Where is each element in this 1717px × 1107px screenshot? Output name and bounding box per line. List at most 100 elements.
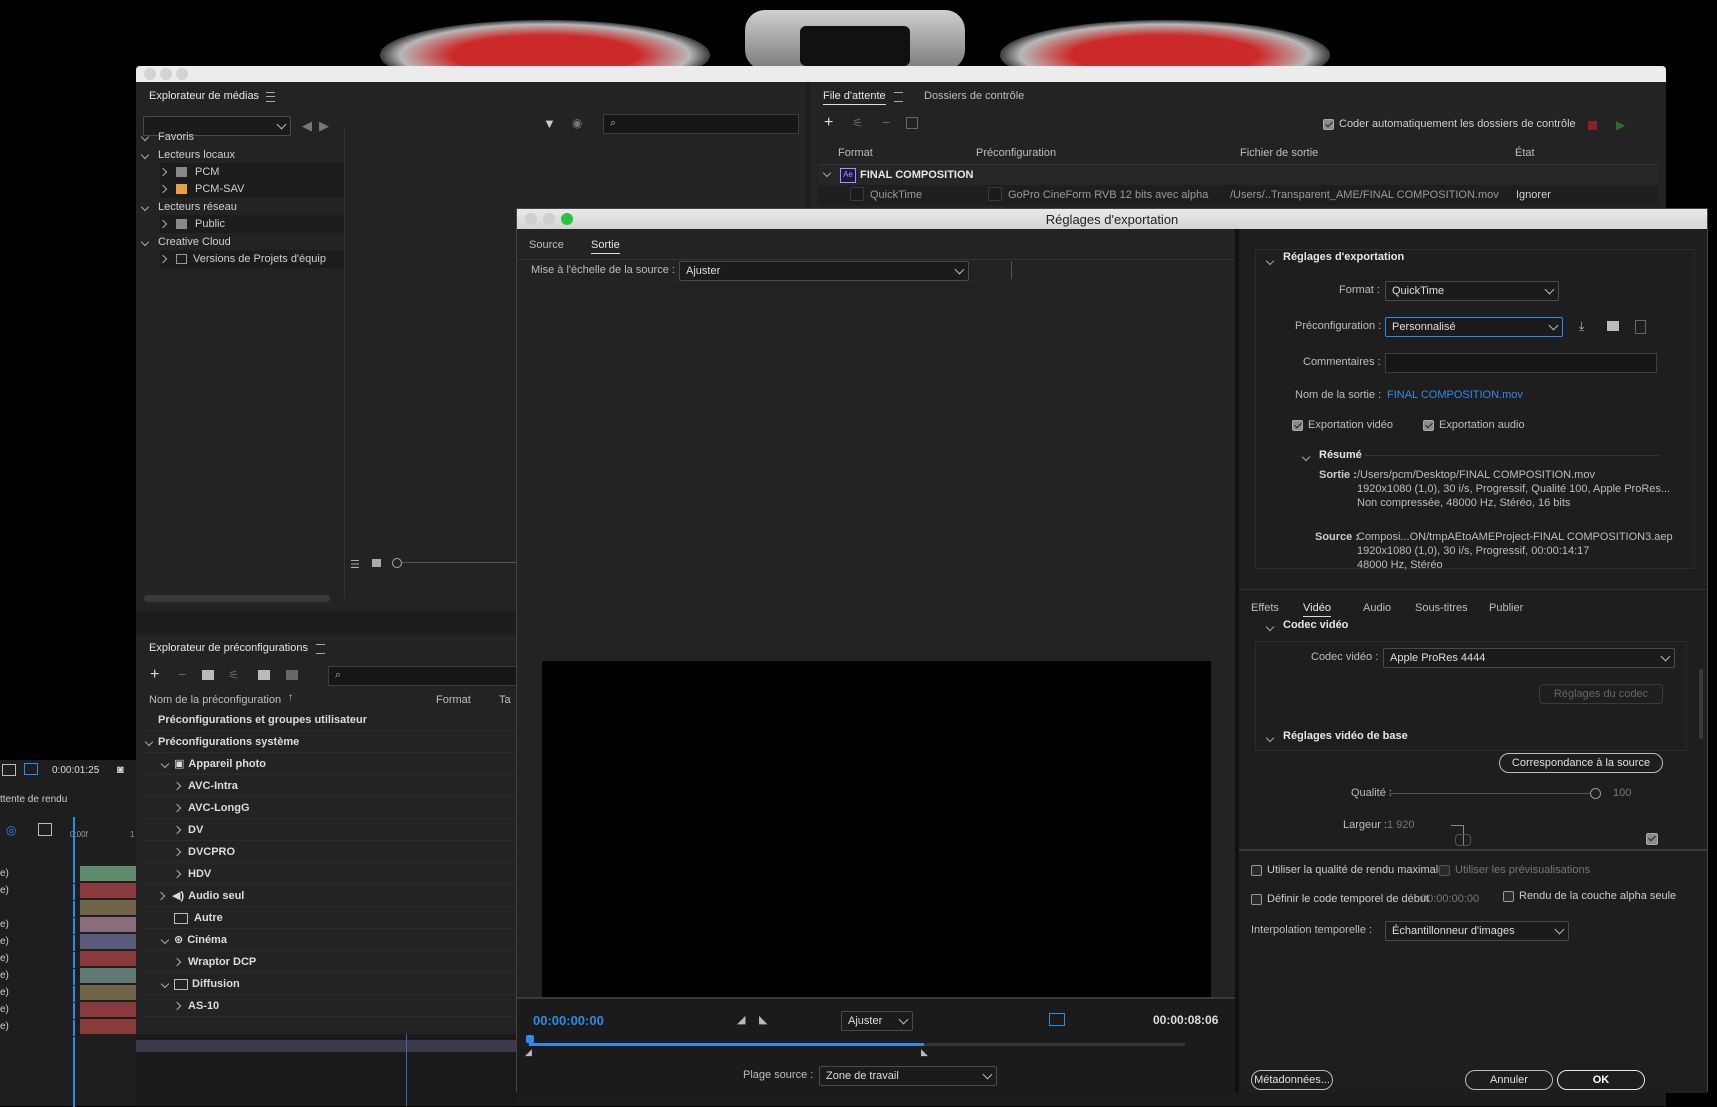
queue-format-dropdown[interactable] bbox=[850, 187, 864, 201]
tree-item[interactable]: Versions de Projets d'équip bbox=[158, 250, 344, 268]
export-preset-icon[interactable] bbox=[286, 670, 298, 680]
camera-snapshot-icon[interactable]: ◙ bbox=[117, 764, 124, 776]
list-view-icon[interactable]: ☰ bbox=[350, 558, 360, 571]
col-preset[interactable]: Préconfiguration bbox=[976, 147, 1056, 159]
col-format[interactable]: Format bbox=[838, 147, 873, 159]
tab-queue[interactable]: File d'attente bbox=[823, 90, 886, 105]
settings-scrollbar[interactable] bbox=[1699, 669, 1703, 739]
preset-row[interactable]: AS-10 bbox=[144, 996, 516, 1017]
cancel-button[interactable]: Annuler bbox=[1465, 1070, 1553, 1090]
new-group-icon[interactable] bbox=[202, 670, 214, 680]
ae-timecode[interactable]: 0:00:01:25 bbox=[52, 765, 99, 776]
tree-item[interactable]: Lecteurs réseau bbox=[140, 198, 237, 216]
output-name-link[interactable]: FINAL COMPOSITION.mov bbox=[1387, 389, 1523, 401]
import-preset-icon[interactable] bbox=[1607, 321, 1619, 331]
queue-group-row[interactable]: Ae FINAL COMPOSITION bbox=[818, 164, 1658, 185]
preset-row[interactable]: ▣ Appareil photo bbox=[144, 754, 516, 775]
export-video-checkbox[interactable] bbox=[1292, 420, 1303, 431]
preset-row[interactable]: DV bbox=[144, 820, 516, 841]
graph-editor-icon[interactable] bbox=[38, 823, 52, 836]
set-out-point-icon[interactable]: ◣ bbox=[759, 1013, 767, 1026]
set-timecode-checkbox[interactable] bbox=[1251, 894, 1262, 905]
aspect-correction-icon[interactable] bbox=[1049, 1013, 1065, 1026]
fit-dropdown[interactable]: Ajuster bbox=[841, 1011, 913, 1031]
eye-icon[interactable]: ◉ bbox=[572, 116, 582, 130]
play-icon[interactable]: ▶ bbox=[1616, 118, 1625, 132]
tab-effects[interactable]: Effets bbox=[1251, 602, 1279, 614]
add-preset-icon[interactable]: + bbox=[150, 666, 159, 684]
match-source-button[interactable]: Correspondance à la source bbox=[1499, 753, 1663, 773]
auto-encode-checkbox[interactable] bbox=[1323, 119, 1334, 130]
preset-row[interactable]: ⊛ Cinéma bbox=[144, 930, 516, 951]
current-timecode[interactable]: 00:00:00:00 bbox=[533, 1013, 604, 1028]
metadata-button[interactable]: Métadonnées... bbox=[1251, 1070, 1333, 1090]
settings-icon[interactable]: ⚟ bbox=[852, 116, 863, 130]
source-range-dropdown[interactable]: Zone de travail bbox=[819, 1066, 997, 1086]
thumbnail-view-icon[interactable] bbox=[372, 559, 381, 567]
delete-preset-icon[interactable] bbox=[1635, 320, 1646, 334]
codec-settings-button[interactable]: Réglages du codec bbox=[1539, 684, 1663, 704]
queue-item-output[interactable]: /Users/..Transparent_AME/FINAL COMPOSITI… bbox=[1230, 189, 1499, 201]
quality-value[interactable]: 100 bbox=[1613, 787, 1631, 799]
filter-icon[interactable]: ▼ bbox=[543, 116, 556, 131]
ok-button[interactable]: OK bbox=[1557, 1070, 1645, 1090]
in-point-handle[interactable]: ◢ bbox=[525, 1047, 532, 1058]
stop-icon[interactable] bbox=[1588, 121, 1597, 130]
col-status[interactable]: État bbox=[1515, 147, 1535, 159]
tree-item[interactable]: PCM bbox=[158, 163, 344, 181]
tree-item[interactable]: PCM-SAV bbox=[158, 180, 344, 198]
tree-item[interactable]: Favoris bbox=[140, 128, 194, 146]
set-in-point-icon[interactable]: ◢ bbox=[737, 1013, 745, 1026]
col-preset-format[interactable]: Format bbox=[436, 694, 471, 706]
preset-row[interactable]: HDV bbox=[144, 864, 516, 885]
col-preset-name[interactable]: Nom de la préconfiguration bbox=[149, 694, 281, 706]
preset-search-input[interactable]: ⌕ bbox=[328, 666, 516, 686]
queue-preset-dropdown[interactable] bbox=[988, 187, 1002, 201]
menu-icon[interactable] bbox=[266, 92, 275, 102]
save-preset-icon[interactable]: ⤓ bbox=[1579, 319, 1584, 334]
tab-audio[interactable]: Audio bbox=[1363, 602, 1391, 614]
menu-icon[interactable] bbox=[316, 644, 325, 654]
media-search-input[interactable]: ⌕ bbox=[603, 114, 799, 134]
export-audio-checkbox[interactable] bbox=[1423, 420, 1434, 431]
preset-row[interactable]: Autre bbox=[144, 908, 516, 929]
import-preset-icon[interactable] bbox=[258, 670, 270, 680]
motion-blur-icon[interactable]: ◎ bbox=[6, 823, 16, 837]
tree-item[interactable]: Creative Cloud bbox=[140, 233, 231, 251]
time-interpolation-dropdown[interactable]: Échantillonneur d'images bbox=[1385, 921, 1569, 941]
tab-captions[interactable]: Sous-titres bbox=[1415, 602, 1468, 614]
menu-icon[interactable] bbox=[894, 92, 903, 102]
alpha-only-checkbox[interactable] bbox=[1503, 891, 1514, 902]
max-render-quality-checkbox[interactable] bbox=[1251, 865, 1262, 876]
width-value[interactable]: 1 920 bbox=[1387, 819, 1415, 831]
tree-item[interactable]: Lecteurs locaux bbox=[140, 146, 235, 164]
tab-watch-folders[interactable]: Dossiers de contrôle bbox=[924, 90, 1024, 102]
chain-link-icon[interactable] bbox=[1455, 834, 1471, 846]
source-scaling-dropdown[interactable]: Ajuster bbox=[679, 261, 969, 281]
queue-item-row[interactable]: QuickTime GoPro CineForm RVB 12 bits ave… bbox=[818, 185, 1658, 205]
tab-source[interactable]: Source bbox=[529, 239, 564, 251]
composition-icon[interactable] bbox=[2, 764, 16, 776]
region-icon[interactable] bbox=[24, 763, 38, 775]
quality-slider-knob[interactable] bbox=[1590, 788, 1601, 799]
preset-dropdown[interactable]: Personnalisé bbox=[1385, 317, 1563, 337]
quality-slider[interactable] bbox=[1389, 788, 1601, 799]
comments-input[interactable] bbox=[1385, 353, 1657, 373]
preset-row[interactable]: Préconfigurations système bbox=[144, 732, 516, 753]
remove-preset-icon[interactable]: − bbox=[178, 666, 186, 682]
preset-row[interactable]: AVC-LongG bbox=[144, 798, 516, 819]
start-timecode-value[interactable]: 00:00:00:00 bbox=[1421, 893, 1479, 905]
preset-row[interactable]: Diffusion bbox=[144, 974, 516, 995]
preset-row[interactable]: Wraptor DCP bbox=[144, 952, 516, 973]
format-dropdown[interactable]: QuickTime bbox=[1385, 281, 1559, 301]
remove-icon[interactable]: − bbox=[882, 114, 890, 130]
tab-publish[interactable]: Publier bbox=[1489, 602, 1523, 614]
preset-row[interactable]: ◀) Audio seul bbox=[144, 886, 516, 907]
add-icon[interactable]: + bbox=[824, 114, 833, 132]
tab-video[interactable]: Vidéo bbox=[1303, 602, 1331, 617]
tree-item[interactable]: Public bbox=[158, 215, 344, 233]
preset-row[interactable]: DVCPRO bbox=[144, 842, 516, 863]
preset-row[interactable]: Préconfigurations et groupes utilisateur bbox=[144, 710, 516, 731]
use-previews-checkbox[interactable] bbox=[1439, 865, 1450, 876]
out-point-handle[interactable]: ◣ bbox=[921, 1047, 928, 1058]
